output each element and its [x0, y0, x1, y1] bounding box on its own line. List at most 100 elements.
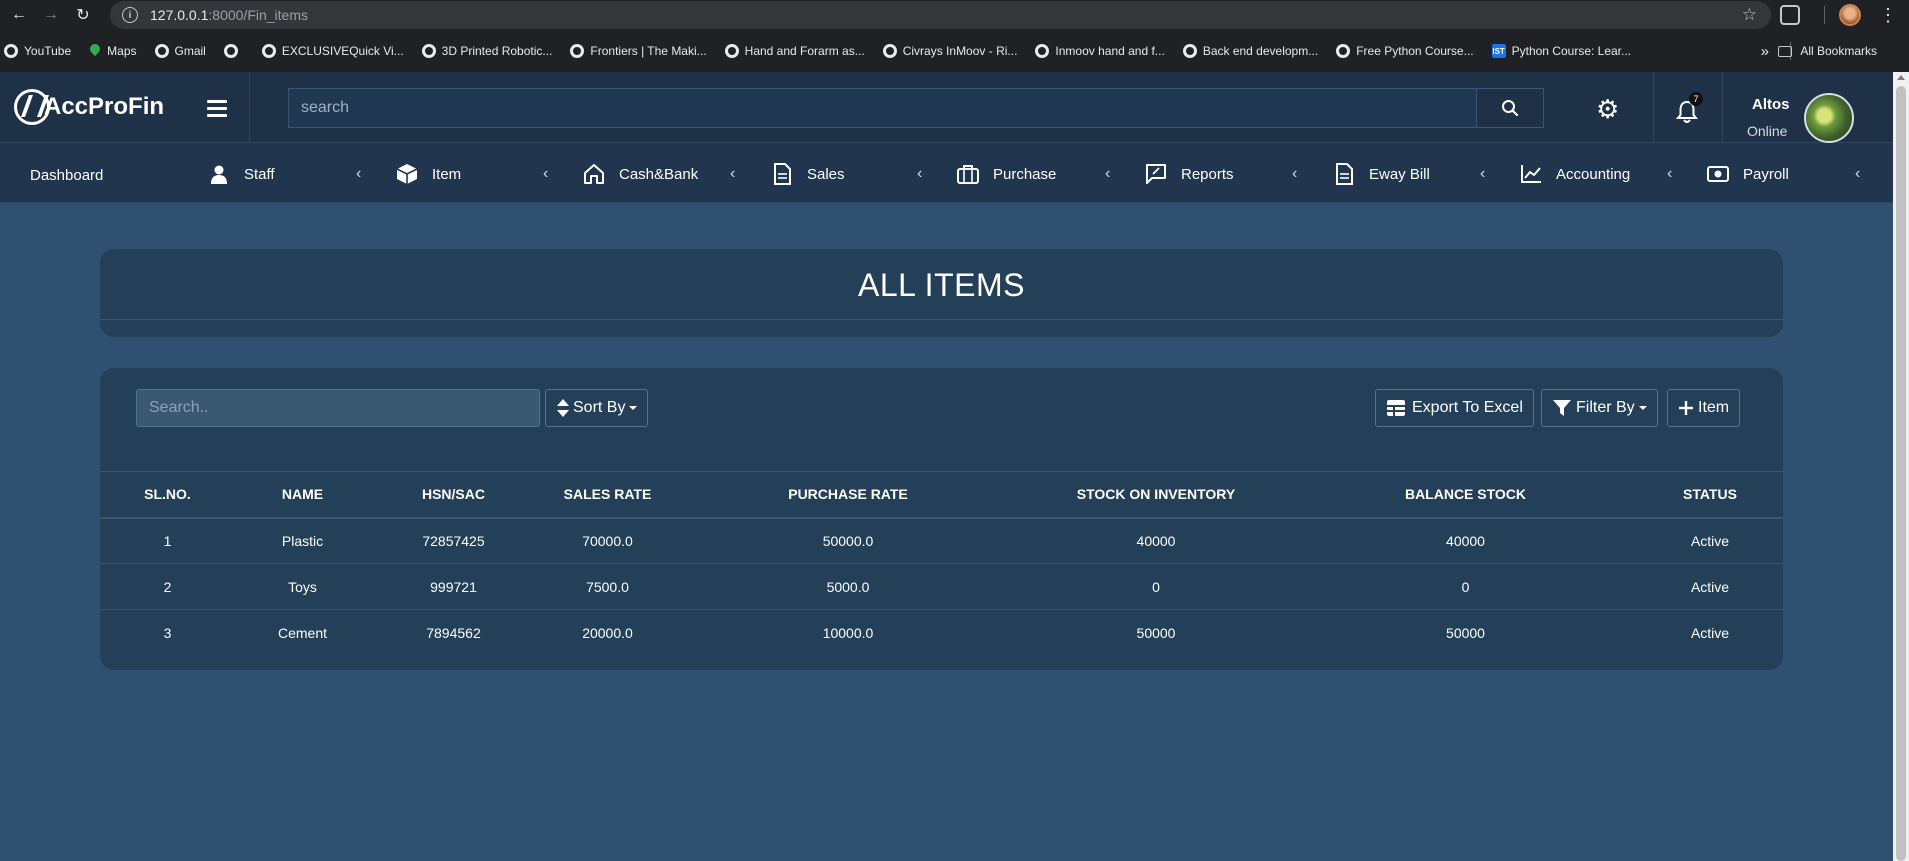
- bookmarks-bar: YouTube Maps Gmail EXCLUSIVEQuick Vi... …: [0, 30, 1909, 72]
- globe-icon: [4, 44, 18, 58]
- table-row[interactable]: 3 Cement 7894562 20000.0 10000.0 50000 5…: [100, 610, 1783, 656]
- chevron-left-icon[interactable]: ‹: [356, 165, 361, 183]
- chevron-left-icon[interactable]: ‹: [543, 165, 548, 183]
- box-icon: [396, 163, 418, 185]
- globe-icon: [154, 44, 169, 58]
- bookmark-inmoov[interactable]: Inmoov hand and f...: [1035, 44, 1165, 58]
- more-bookmarks-icon[interactable]: »: [1761, 43, 1769, 60]
- nav-item-sales[interactable]: Sales: [771, 161, 845, 187]
- col-header-balance-stock[interactable]: BALANCE STOCK: [1294, 471, 1637, 519]
- cell-name: Plastic: [235, 517, 370, 564]
- back-arrow-icon[interactable]: ←: [6, 2, 32, 28]
- chevron-left-icon[interactable]: ‹: [1480, 165, 1485, 183]
- chevron-left-icon[interactable]: ‹: [1667, 165, 1672, 183]
- all-bookmarks[interactable]: All Bookmarks: [1778, 44, 1877, 58]
- cell-balance-stock: 40000: [1294, 517, 1637, 564]
- globe-icon: [261, 44, 276, 58]
- bookmark-frontiers[interactable]: Frontiers | The Maki...: [570, 44, 707, 58]
- nav-item-staff[interactable]: Staff: [208, 161, 275, 187]
- table-row[interactable]: 1 Plastic 72857425 70000.0 50000.0 40000…: [100, 517, 1783, 564]
- bookmark-youtube[interactable]: YouTube: [4, 44, 71, 58]
- chevron-left-icon[interactable]: ‹: [1105, 165, 1110, 183]
- bookmark-gmail[interactable]: Gmail: [154, 44, 206, 58]
- app-header: AccProFin ⚙ 7 Altos Online: [0, 72, 1893, 152]
- globe-icon: [223, 44, 238, 58]
- document-icon: [771, 163, 793, 185]
- gear-icon[interactable]: ⚙: [1596, 96, 1619, 122]
- cell-purchase-rate: 10000.0: [822, 624, 874, 641]
- page-scrollbar[interactable]: [1893, 72, 1909, 861]
- browser-toolbar: ← → ↻ i 127.0.0.1:8000/Fin_items ☆ ⋮: [0, 0, 1909, 30]
- ist-icon: IST: [1491, 44, 1506, 58]
- col-header-status[interactable]: STATUS: [1637, 471, 1783, 519]
- global-search-button[interactable]: [1476, 88, 1544, 128]
- col-header-sl-no[interactable]: SL.NO.: [100, 471, 235, 519]
- col-header-hsn-sac[interactable]: HSN/SAC: [370, 471, 537, 519]
- notification-badge: 7: [1689, 92, 1703, 106]
- nav-item-payroll[interactable]: Payroll: [1707, 161, 1789, 187]
- cell-status: Active: [1690, 624, 1730, 641]
- bookmark-untitled[interactable]: [223, 44, 244, 58]
- cell-name: Cement: [277, 624, 328, 641]
- table-search-input[interactable]: [136, 389, 540, 427]
- globe-icon: [1336, 44, 1351, 58]
- nav-item-reports[interactable]: Reports: [1145, 161, 1234, 187]
- extensions-icon[interactable]: [1780, 5, 1800, 25]
- chevron-left-icon[interactable]: ‹: [1292, 165, 1297, 183]
- export-excel-button[interactable]: Export To Excel: [1375, 389, 1534, 427]
- cell-stock-on-inventory: 0: [1018, 563, 1294, 610]
- chevron-left-icon[interactable]: ‹: [730, 165, 735, 183]
- bookmark-python-course[interactable]: IST Python Course: Lear...: [1491, 44, 1631, 58]
- title-divider: [100, 319, 1783, 320]
- bookmark-maps[interactable]: Maps: [89, 44, 136, 58]
- col-header-stock-on-inventory[interactable]: STOCK ON INVENTORY: [1018, 471, 1294, 519]
- bookmark-exclusive[interactable]: EXCLUSIVEQuick Vi...: [261, 44, 404, 58]
- global-search-input[interactable]: [288, 88, 1476, 128]
- notifications-button[interactable]: 7: [1675, 92, 1703, 129]
- bookmark-free-python[interactable]: Free Python Course...: [1336, 44, 1474, 58]
- col-header-sales-rate[interactable]: SALES RATE: [537, 471, 678, 519]
- site-info-icon[interactable]: i: [122, 7, 138, 23]
- avatar[interactable]: [1804, 93, 1854, 143]
- globe-icon: [724, 44, 739, 58]
- items-table: SL.NO. NAME HSN/SAC SALES RATE PURCHASE …: [100, 471, 1783, 656]
- scrollbar-thumb[interactable]: [1896, 86, 1906, 861]
- globe-icon: [570, 44, 585, 58]
- reload-icon[interactable]: ↻: [70, 2, 96, 28]
- forward-arrow-icon[interactable]: →: [38, 2, 64, 28]
- items-table-card: Sort By Export To Excel Filter By Item S…: [100, 368, 1783, 670]
- nav-dashboard[interactable]: Dashboard: [30, 167, 103, 184]
- app-logo[interactable]: AccProFin: [14, 89, 164, 125]
- document-icon: [1333, 163, 1355, 185]
- bookmark-star-icon[interactable]: ☆: [1742, 5, 1757, 25]
- col-header-purchase-rate[interactable]: PURCHASE RATE: [678, 471, 1018, 519]
- browser-menu-icon[interactable]: ⋮: [1879, 5, 1897, 26]
- chevron-left-icon[interactable]: ‹: [917, 165, 922, 183]
- cell-sl-no: 3: [163, 624, 172, 641]
- browser-profile-avatar[interactable]: [1839, 4, 1861, 26]
- bookmark-backend[interactable]: Back end developm...: [1182, 44, 1318, 58]
- add-item-button[interactable]: Item: [1667, 389, 1741, 427]
- header-divider-2: [1653, 72, 1654, 152]
- nav-item-purchase[interactable]: Purchase: [957, 161, 1056, 187]
- nav-item-cash-bank[interactable]: Cash&Bank: [583, 161, 698, 187]
- search-icon: [1502, 100, 1519, 117]
- module-nav: Dashboard Staff ‹ Item ‹ Cash&Bank ‹ Sal…: [0, 143, 1893, 203]
- scroll-up-arrow-icon[interactable]: [1897, 75, 1905, 80]
- table-row[interactable]: 2 Toys 999721 7500.0 5000.0 0 0 Active: [100, 563, 1783, 610]
- logo-text: AccProFin: [44, 93, 165, 120]
- chevron-left-icon[interactable]: ‹: [1855, 165, 1860, 183]
- nav-item-item[interactable]: Item: [396, 161, 461, 187]
- nav-item-eway-bill[interactable]: Eway Bill: [1333, 161, 1430, 187]
- address-bar[interactable]: i 127.0.0.1:8000/Fin_items ☆: [110, 1, 1771, 29]
- cell-status: Active: [1637, 517, 1783, 564]
- user-name: Altos: [1752, 96, 1790, 113]
- bookmark-civrays[interactable]: Civrays InMoov - Ri...: [882, 44, 1017, 58]
- sort-by-button[interactable]: Sort By: [545, 389, 649, 427]
- bookmark-hand-forarm[interactable]: Hand and Forarm as...: [724, 44, 865, 58]
- col-header-name[interactable]: NAME: [235, 471, 370, 519]
- bookmark-3d-printed[interactable]: 3D Printed Robotic...: [421, 44, 552, 58]
- nav-item-accounting[interactable]: Accounting: [1520, 161, 1630, 187]
- hamburger-menu-icon[interactable]: [207, 100, 227, 121]
- filter-by-button[interactable]: Filter By: [1541, 389, 1658, 427]
